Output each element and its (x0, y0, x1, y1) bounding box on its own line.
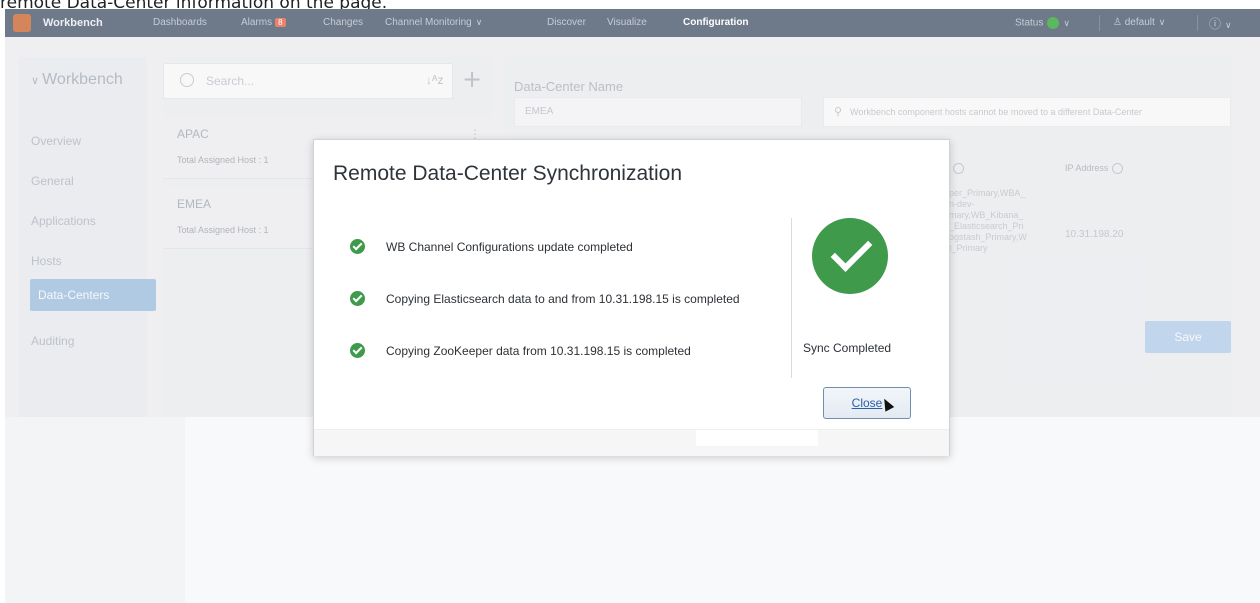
user-icon: ♙ (1113, 17, 1122, 28)
check-circle-icon (350, 343, 365, 358)
nav-alarms[interactable]: Alarms 8 (241, 17, 286, 28)
user-menu[interactable]: ♙ default ∨ (1113, 17, 1165, 28)
sync-status-text: Sync Completed (803, 341, 892, 355)
chevron-down-icon: ∨ (1063, 17, 1070, 28)
question-circle-icon: ⓘ (1209, 17, 1222, 31)
check-circle-icon (350, 291, 365, 306)
nav-discover[interactable]: Discover (547, 17, 586, 28)
top-navigation-bar: Workbench Dashboards Alarms 8 Changes Cha… (5, 9, 1260, 37)
nav-visualize[interactable]: Visualize (607, 17, 647, 28)
dialog-divider (791, 218, 792, 378)
dialog-title: Remote Data-Center Synchronization (333, 162, 683, 185)
sync-dialog: Remote Data-Center Synchronization WB Ch… (313, 139, 950, 456)
help-menu[interactable]: ⓘ ∨ (1209, 15, 1232, 32)
sync-step-text: Copying Elasticsearch data to and from 1… (386, 292, 740, 306)
sync-step-text: WB Channel Configurations update complet… (386, 240, 633, 254)
check-circle-icon (350, 239, 365, 254)
dialog-footer (314, 429, 949, 456)
nav-configuration[interactable]: Configuration (683, 17, 749, 28)
sync-success-check-icon (812, 218, 888, 294)
nav-changes[interactable]: Changes (323, 17, 363, 28)
brand-title[interactable]: Workbench (43, 17, 103, 29)
app-logo-icon (13, 14, 31, 32)
alarm-count-badge: 8 (275, 18, 286, 27)
nav-dashboards[interactable]: Dashboards (153, 17, 207, 28)
chevron-down-icon: ∨ (475, 17, 483, 27)
chevron-down-icon: ∨ (1158, 17, 1166, 27)
nav-channel-monitoring-label: Channel Monitoring (385, 17, 472, 28)
chevron-down-icon: ∨ (1225, 20, 1232, 30)
nav-alarms-label: Alarms (241, 17, 273, 28)
nav-channel-monitoring[interactable]: Channel Monitoring ∨ (385, 17, 482, 28)
user-label: default (1124, 17, 1155, 28)
faded-panel (5, 417, 185, 603)
status-menu[interactable]: Status ∨ (1015, 17, 1070, 29)
close-button[interactable]: Close (823, 387, 911, 419)
topbar-divider (1197, 15, 1198, 31)
status-indicator-icon (1047, 17, 1060, 29)
topbar-divider (1099, 15, 1100, 31)
status-label: Status (1015, 17, 1044, 29)
sync-step-text: Copying ZooKeeper data from 10.31.198.15… (386, 344, 691, 358)
footer-gap (696, 430, 818, 446)
